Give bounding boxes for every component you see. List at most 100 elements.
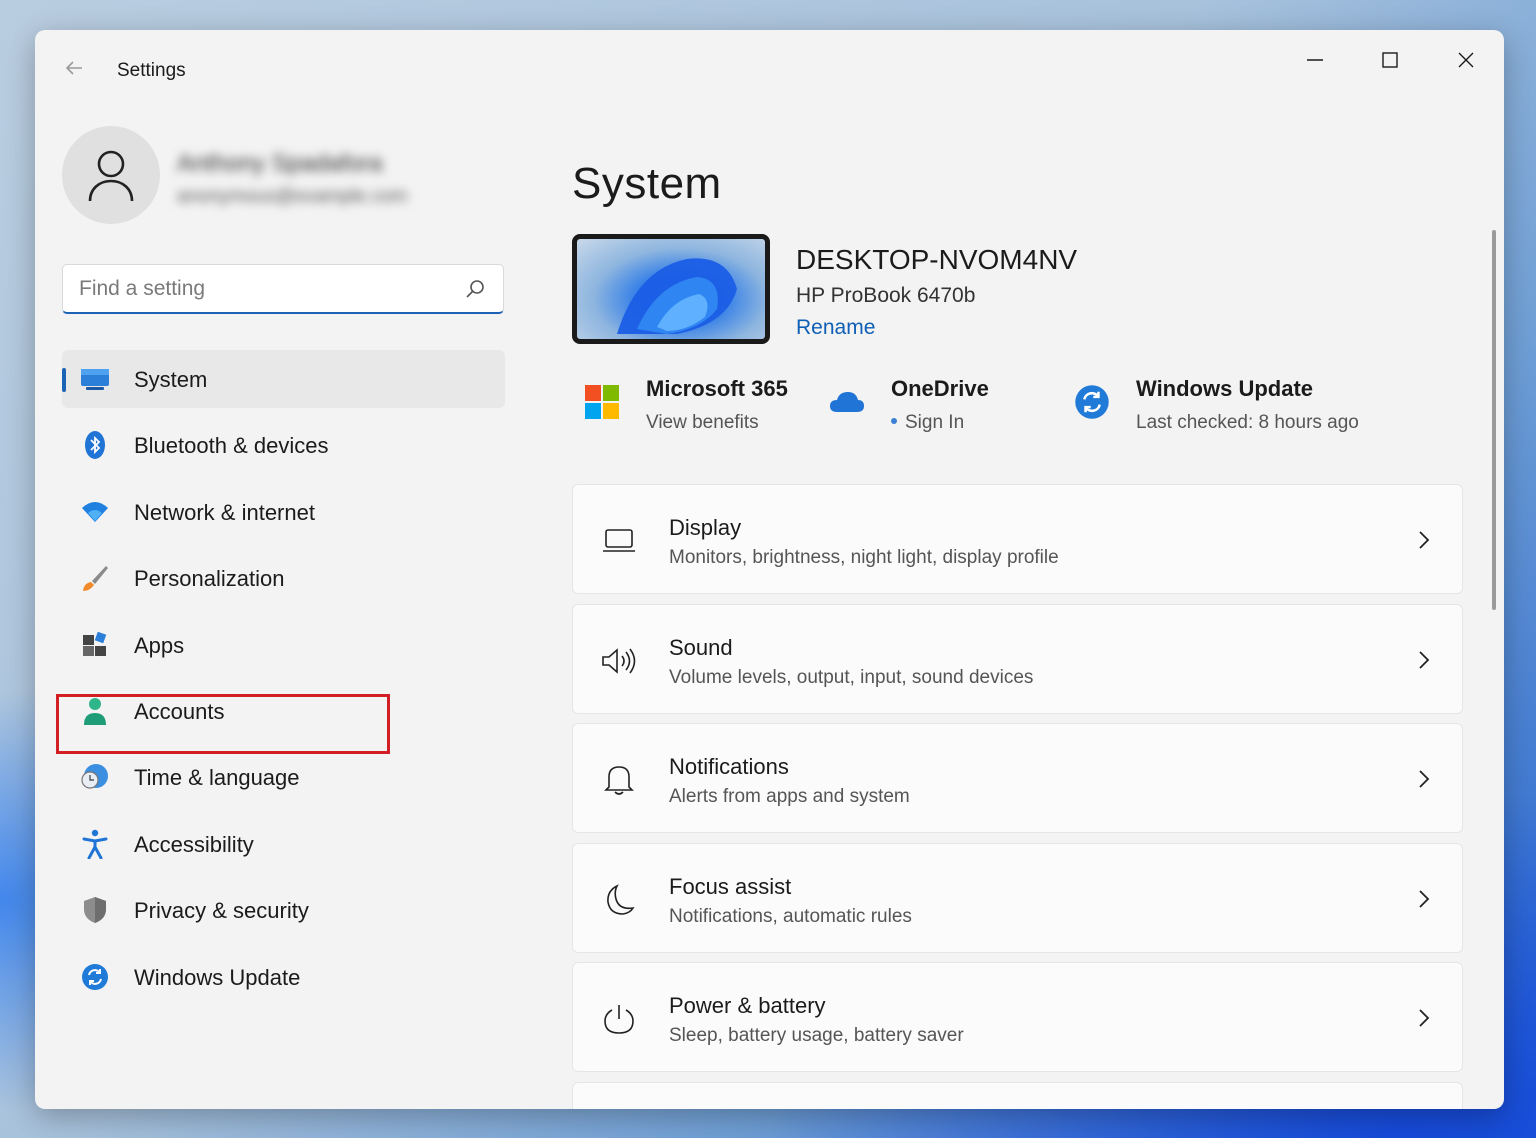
quick-link-subtitle: Sign In (905, 412, 965, 433)
title-bar: Settings (35, 30, 1504, 110)
person-icon (80, 696, 110, 726)
bluetooth-icon (80, 430, 110, 460)
card-display[interactable]: Display Monitors, brightness, night ligh… (572, 484, 1463, 594)
minimize-icon (1307, 59, 1323, 61)
chevron-right-icon (1419, 650, 1430, 669)
user-profile[interactable]: Anthony Spadafora anonymous@example.com (62, 126, 522, 226)
bell-icon (599, 760, 639, 800)
main-content: System DESKTOP-NVOM4NV HP ProBook 6470b … (572, 110, 1504, 1109)
chevron-right-icon (1419, 531, 1430, 549)
card-title: Sound (669, 634, 733, 660)
sidebar-item-label: Personalization (134, 566, 285, 592)
power-icon (599, 999, 639, 1039)
chevron-right-icon (1419, 1009, 1430, 1027)
sidebar-item-label: Accounts (134, 698, 225, 724)
quick-link-title: Windows Update (1136, 376, 1314, 401)
card-power-battery[interactable]: Power & battery Sleep, battery usage, ba… (572, 962, 1463, 1072)
card-subtitle: Sleep, battery usage, battery saver (669, 1025, 964, 1046)
device-model: HP ProBook 6470b (796, 284, 976, 307)
sidebar-item-label: Network & internet (134, 499, 315, 525)
card-subtitle: Monitors, brightness, night light, displ… (669, 547, 1059, 568)
sidebar-item-label: Privacy & security (134, 898, 309, 924)
laptop-icon (599, 521, 639, 561)
clock-globe-icon (80, 762, 110, 792)
search-box[interactable] (62, 264, 504, 314)
search-icon[interactable] (463, 277, 487, 301)
quick-link-title: Microsoft 365 (646, 376, 788, 401)
shield-icon (80, 895, 110, 925)
sidebar-item-personalization[interactable]: Personalization (62, 549, 505, 607)
device-name: DESKTOP-NVOM4NV (796, 244, 1078, 275)
sidebar-item-time-language[interactable]: Time & language (62, 748, 505, 806)
sidebar-item-label: Windows Update (134, 964, 301, 990)
card-subtitle: Notifications, automatic rules (669, 905, 912, 927)
apps-icon (80, 630, 110, 660)
moon-icon (599, 880, 639, 920)
rename-link[interactable]: Rename (796, 316, 875, 340)
quick-link-windows-update[interactable]: Windows Update Last checked: 8 hours ago (1072, 376, 1492, 446)
window-title: Settings (117, 60, 186, 81)
sidebar-item-label: Apps (134, 632, 185, 658)
close-icon (1458, 52, 1474, 68)
monitor-icon (80, 364, 110, 394)
card-partial[interactable] (572, 1081, 1463, 1109)
sidebar-item-bluetooth[interactable]: Bluetooth & devices (62, 416, 505, 474)
quick-link-onedrive[interactable]: OneDrive Sign In (827, 376, 1057, 446)
update-icon (1072, 382, 1112, 422)
sidebar-item-label: System (134, 367, 208, 392)
scrollbar-thumb[interactable] (1492, 230, 1496, 610)
card-subtitle: Alerts from apps and system (669, 786, 910, 807)
settings-cards: Display Monitors, brightness, night ligh… (572, 484, 1463, 1109)
arrow-left-icon (65, 61, 82, 75)
quick-link-subtitle: View benefits (646, 412, 759, 433)
sidebar-item-apps[interactable]: Apps (62, 616, 505, 674)
back-button[interactable] (59, 56, 89, 84)
sidebar-item-label: Bluetooth & devices (134, 433, 329, 459)
update-icon (80, 962, 110, 992)
wallpaper-bloom-icon (617, 258, 737, 334)
card-title: Focus assist (669, 873, 792, 899)
search-input[interactable] (77, 273, 451, 305)
card-focus-assist[interactable]: Focus assist Notifications, automatic ru… (572, 842, 1463, 953)
quick-link-title: OneDrive (891, 376, 989, 401)
card-title: Notifications (669, 754, 789, 779)
chevron-right-icon (1419, 770, 1430, 788)
accessibility-icon (80, 829, 110, 859)
wifi-icon (80, 497, 110, 527)
person-icon (88, 150, 134, 202)
sidebar-item-windows-update[interactable]: Windows Update (62, 948, 505, 1006)
microsoft-logo-icon (582, 382, 622, 422)
page-title: System (572, 159, 722, 209)
card-title: Power & battery (669, 993, 826, 1018)
quick-link-subtitle-row: Sign In (891, 412, 964, 434)
sidebar-item-network[interactable]: Network & internet (62, 483, 505, 541)
device-thumbnail (572, 234, 770, 344)
sidebar-item-privacy-security[interactable]: Privacy & security (62, 881, 505, 939)
card-subtitle: Volume levels, output, input, sound devi… (669, 666, 1034, 688)
sidebar: Anthony Spadafora anonymous@example.com … (35, 110, 535, 1109)
quick-link-microsoft-365[interactable]: Microsoft 365 View benefits (582, 376, 812, 446)
settings-window: Settings Anthony Spadafora anonymous@exa… (35, 30, 1504, 1109)
sidebar-item-label: Time & language (134, 765, 300, 791)
sidebar-item-label: Accessibility (134, 831, 254, 857)
speaker-icon (599, 641, 639, 681)
user-email: anonymous@example.com (177, 186, 408, 207)
quick-link-subtitle: Last checked: 8 hours ago (1136, 412, 1359, 433)
close-button[interactable] (1436, 42, 1496, 78)
sidebar-item-accessibility[interactable]: Accessibility (62, 815, 505, 873)
card-notifications[interactable]: Notifications Alerts from apps and syste… (572, 723, 1463, 833)
active-indicator (62, 368, 66, 392)
status-dot (891, 417, 897, 424)
sidebar-item-system[interactable]: System (62, 350, 505, 408)
card-sound[interactable]: Sound Volume levels, output, input, soun… (572, 603, 1463, 714)
avatar (62, 126, 160, 224)
cloud-icon (827, 382, 867, 422)
chevron-right-icon (1419, 889, 1430, 908)
card-title: Display (669, 515, 742, 540)
user-name: Anthony Spadafora (177, 150, 383, 177)
minimize-button[interactable] (1285, 42, 1345, 78)
maximize-icon (1382, 52, 1398, 68)
sidebar-nav: System Bluetooth & devices Network & int… (62, 350, 505, 1014)
sidebar-item-accounts[interactable]: Accounts (62, 682, 505, 740)
maximize-button[interactable] (1360, 42, 1420, 78)
